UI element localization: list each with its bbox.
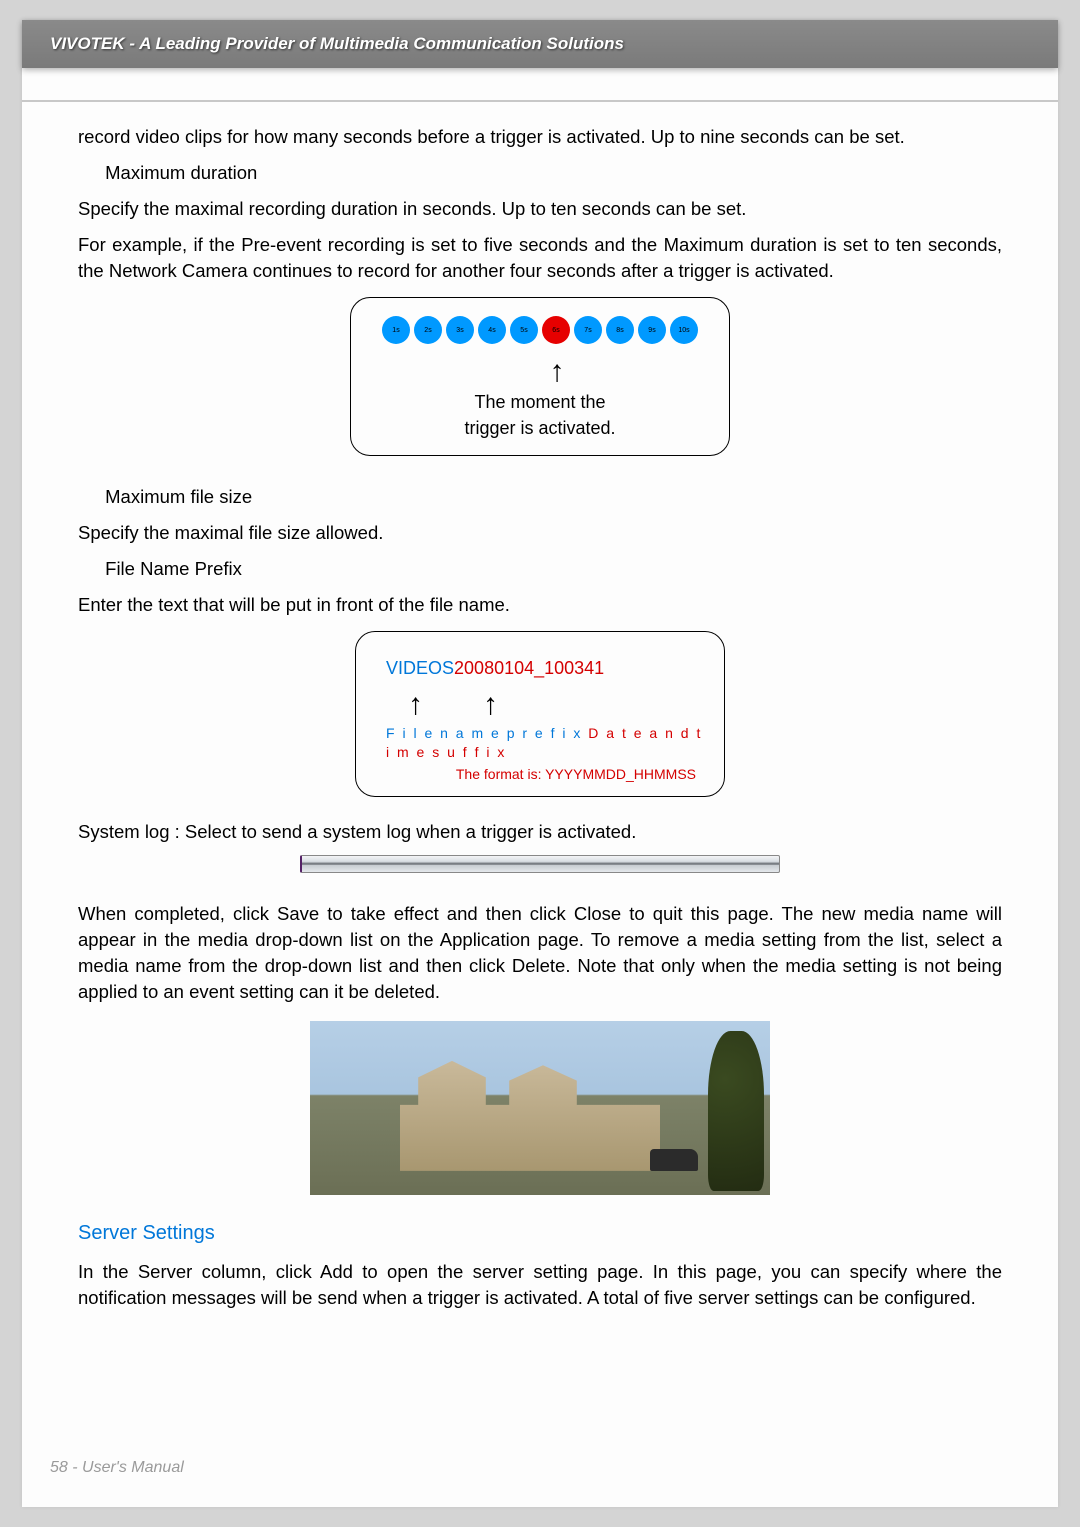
page-header: VIVOTEK - A Leading Provider of Multimed… xyxy=(22,20,1058,68)
dots-row: 1s 2s 3s 4s 5s 6s 7s 8s 9s 10s xyxy=(367,316,713,344)
file-prefix-desc: Enter the text that will be put in front… xyxy=(78,592,1002,618)
header-title: VIVOTEK - A Leading Provider of Multimed… xyxy=(50,34,624,54)
system-log-line: System log : Select to send a system log… xyxy=(78,819,1002,845)
filename-diagram: VIDEOS20080104_100341 ↑ ↑ F i l e n a m … xyxy=(355,631,725,797)
timing-diagram: 1s 2s 3s 4s 5s 6s 7s 8s 9s 10s ↑ The mom… xyxy=(350,297,730,455)
filename-prefix-text: VIDEOS xyxy=(386,658,454,678)
separator-bar xyxy=(300,855,780,873)
arrow-up-icon: ↑ xyxy=(408,690,423,720)
time-dot: 5s xyxy=(510,316,538,344)
completion-paragraph: When completed, click Save to take effec… xyxy=(78,901,1002,1005)
time-dot: 9s xyxy=(638,316,666,344)
manual-page: VIVOTEK - A Leading Provider of Multimed… xyxy=(22,20,1058,1507)
filename-suffix-text: 20080104_100341 xyxy=(454,658,604,678)
max-file-size-label: Maximum file size xyxy=(78,484,1002,510)
time-dot: 7s xyxy=(574,316,602,344)
filename-arrows: ↑ ↑ xyxy=(386,690,706,720)
arrow-up-icon: ↑ xyxy=(483,690,498,720)
arrow-up-icon: ↑ xyxy=(367,356,713,390)
photo-tree xyxy=(708,1031,764,1191)
photo-building xyxy=(400,1061,660,1171)
time-dot: 10s xyxy=(670,316,698,344)
time-dot: 3s xyxy=(446,316,474,344)
sample-photo xyxy=(310,1021,770,1195)
max-file-size-desc: Specify the maximal file size allowed. xyxy=(78,520,1002,546)
time-dot: 1s xyxy=(382,316,410,344)
server-settings-paragraph: In the Server column, click Add to open … xyxy=(78,1259,1002,1311)
filename-labels: F i l e n a m e p r e f i x D a t e a n … xyxy=(386,724,706,763)
filename-example: VIDEOS20080104_100341 xyxy=(386,656,706,681)
time-dot: 8s xyxy=(606,316,634,344)
page-content: record video clips for how many seconds … xyxy=(22,102,1058,1311)
time-dot: 2s xyxy=(414,316,442,344)
intro-continuation: record video clips for how many seconds … xyxy=(78,124,1002,150)
diagram-caption: The moment the trigger is activated. xyxy=(367,390,713,440)
page-footer: 58 - User's Manual xyxy=(50,1459,184,1477)
max-duration-label: Maximum duration xyxy=(78,160,1002,186)
trigger-dot: 6s xyxy=(542,316,570,344)
server-settings-heading: Server Settings xyxy=(78,1219,1002,1247)
max-duration-desc: Specify the maximal recording duration i… xyxy=(78,196,1002,222)
filename-format-note: The format is: YYYYMMDD_HHMMSS xyxy=(386,765,706,785)
time-dot: 4s xyxy=(478,316,506,344)
example-paragraph: For example, if the Pre-event recording … xyxy=(78,232,1002,284)
file-prefix-label: File Name Prefix xyxy=(78,556,1002,582)
photo-car xyxy=(650,1149,698,1171)
